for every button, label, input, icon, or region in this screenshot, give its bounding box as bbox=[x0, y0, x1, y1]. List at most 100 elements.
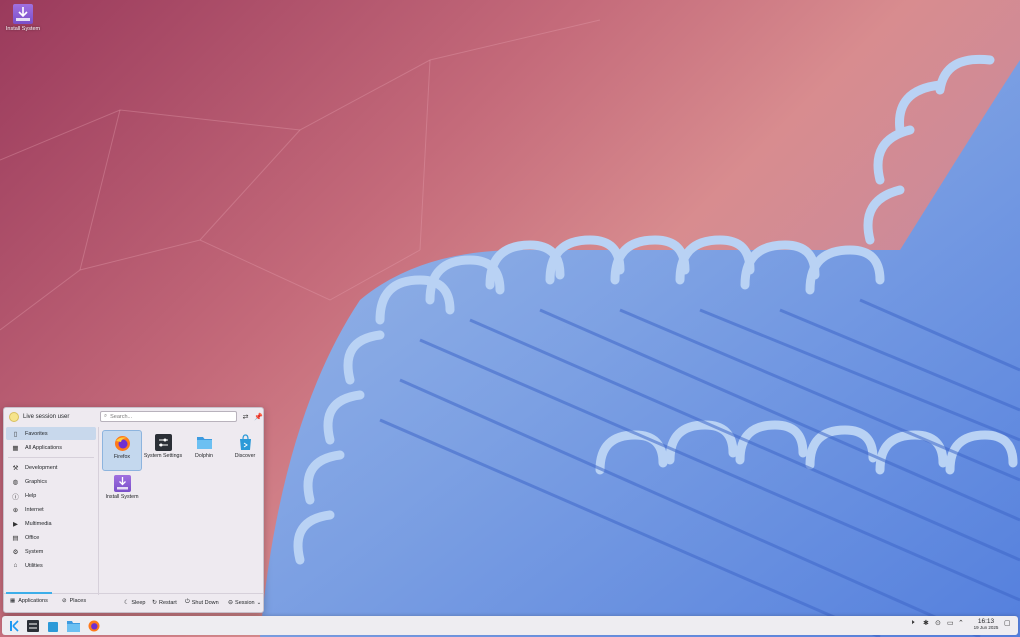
settings-icon bbox=[154, 434, 172, 451]
volume-icon[interactable]: 🕨 bbox=[910, 619, 914, 627]
app-firefox[interactable]: Firefox bbox=[102, 430, 142, 471]
sleep-button[interactable]: ☾ Sleep bbox=[124, 599, 145, 607]
bookmark-icon: ▯ bbox=[13, 430, 18, 438]
restart-label: Restart bbox=[159, 599, 177, 606]
restart-button[interactable]: ↻ Restart bbox=[152, 599, 177, 607]
notifications-icon[interactable]: ⊙ bbox=[935, 619, 941, 627]
tab-places[interactable]: ⊘ Places bbox=[62, 598, 86, 604]
category-office[interactable]: ▤ Office bbox=[6, 531, 96, 544]
category-internet[interactable]: ⊕ Internet bbox=[6, 503, 96, 516]
configure-button[interactable]: ⇄ bbox=[240, 411, 251, 422]
session-label: Session bbox=[235, 599, 255, 606]
category-label: System bbox=[25, 548, 44, 555]
app-dolphin[interactable]: Dolphin bbox=[184, 430, 224, 471]
network-icon[interactable]: ▭ bbox=[947, 619, 954, 627]
office-icon: ▤ bbox=[12, 534, 19, 542]
session-button[interactable]: ⊖ Session ⌄ bbox=[228, 599, 262, 607]
folder-icon bbox=[196, 434, 213, 451]
user-info[interactable]: Live session user bbox=[9, 412, 69, 422]
category-help[interactable]: ⓘ Help bbox=[6, 489, 96, 502]
category-label: Utilities bbox=[25, 562, 43, 569]
install-icon bbox=[13, 4, 33, 24]
taskbar-discover[interactable] bbox=[45, 618, 61, 633]
category-label: Help bbox=[25, 492, 37, 499]
show-desktop-icon[interactable]: ▢ bbox=[1004, 619, 1011, 627]
app-system-settings[interactable]: System Settings bbox=[143, 430, 183, 471]
palette-icon: ◍ bbox=[12, 478, 19, 486]
category-multimedia[interactable]: ▶ Multimedia bbox=[6, 517, 96, 530]
application-launcher: Live session user ⌕ Search... ⇄ 📌 ▯ Favo… bbox=[3, 407, 264, 613]
clock-time: 16:13 bbox=[977, 618, 995, 625]
shutdown-label: Shut Down bbox=[191, 599, 219, 606]
category-label: Office bbox=[25, 534, 40, 541]
toolbox-icon: ⌂ bbox=[13, 562, 18, 569]
grid-icon: ▦ bbox=[12, 444, 19, 452]
desktop-icon-label: Install System bbox=[5, 26, 41, 32]
app-label: System Settings bbox=[143, 453, 183, 459]
discover-icon bbox=[237, 434, 254, 451]
app-install-system[interactable]: Install System bbox=[102, 471, 142, 512]
compass-icon: ⊘ bbox=[62, 598, 67, 604]
firefox-icon bbox=[114, 435, 131, 452]
tab-applications[interactable]: ▦ Applications bbox=[6, 592, 52, 604]
media-icon: ▶ bbox=[13, 520, 18, 528]
taskbar: 🕨 ✱ ⊙ ▭ ⌃ 16:13 19 Jun 2025 ▢ bbox=[2, 616, 1018, 635]
app-label: Install System bbox=[105, 494, 139, 500]
user-name: Live session user bbox=[23, 414, 70, 420]
launcher-footer: ▦ Applications ⊘ Places ☾ Sleep ↻ Restar… bbox=[4, 592, 263, 612]
divider bbox=[8, 457, 94, 458]
category-label: Internet bbox=[25, 506, 44, 513]
install-icon bbox=[113, 475, 131, 492]
sliders-icon: ⇄ bbox=[242, 413, 249, 421]
category-favorites[interactable]: ▯ Favorites bbox=[6, 427, 96, 440]
app-label: Discover bbox=[234, 453, 256, 459]
taskbar-system-settings[interactable] bbox=[25, 618, 41, 633]
sleep-icon: ☾ bbox=[124, 600, 130, 606]
wrench-icon: ⚒ bbox=[12, 464, 19, 472]
chevron-down-icon: ⌄ bbox=[256, 599, 262, 606]
favorites-grid: Firefox System Settings Dolphin Discover… bbox=[99, 427, 263, 595]
search-input[interactable]: ⌕ Search... bbox=[100, 411, 237, 422]
clock[interactable]: 16:13 19 Jun 2025 bbox=[964, 618, 1008, 630]
category-label: Graphics bbox=[25, 478, 48, 485]
search-icon: ⌕ bbox=[104, 413, 108, 419]
bluetooth-icon[interactable]: ✱ bbox=[923, 619, 929, 627]
tab-label: Places bbox=[69, 598, 87, 604]
session-icon: ⊖ bbox=[228, 600, 234, 606]
launcher-button[interactable] bbox=[6, 618, 22, 633]
category-development[interactable]: ⚒ Development bbox=[6, 461, 96, 474]
app-label: Firefox bbox=[113, 454, 131, 460]
firefox-icon bbox=[88, 620, 100, 631]
clock-date: 19 Jun 2025 bbox=[973, 625, 999, 630]
restart-icon: ↻ bbox=[152, 600, 158, 606]
category-all-applications[interactable]: ▦ All Applications bbox=[6, 441, 96, 454]
avatar bbox=[9, 412, 19, 422]
desktop-icon-install-system[interactable]: Install System bbox=[4, 4, 42, 32]
shutdown-button[interactable]: ⏻ Shut Down bbox=[185, 599, 219, 606]
category-label: Multimedia bbox=[25, 520, 52, 527]
plasma-logo-icon bbox=[10, 619, 19, 632]
gear-icon: ⚙ bbox=[12, 548, 19, 556]
discover-icon bbox=[48, 621, 58, 632]
search-placeholder: Search... bbox=[110, 413, 133, 420]
power-icon: ⏻ bbox=[185, 599, 190, 605]
category-list: ▯ Favorites ▦ All Applications ⚒ Develop… bbox=[4, 427, 99, 595]
globe-icon: ⊕ bbox=[12, 506, 19, 514]
tray-expand-icon[interactable]: ⌃ bbox=[958, 619, 964, 627]
tab-label: Applications bbox=[18, 598, 48, 604]
help-icon: ⓘ bbox=[12, 493, 19, 501]
taskbar-dolphin[interactable] bbox=[65, 618, 81, 633]
category-system[interactable]: ⚙ System bbox=[6, 545, 96, 558]
grid-icon: ▦ bbox=[10, 598, 16, 604]
launcher-header: Live session user ⌕ Search... ⇄ 📌 bbox=[4, 408, 263, 426]
category-utilities[interactable]: ⌂ Utilities bbox=[6, 559, 96, 572]
app-label: Dolphin bbox=[195, 453, 213, 459]
taskbar-firefox[interactable] bbox=[86, 618, 102, 633]
pin-button[interactable]: 📌 bbox=[253, 411, 264, 422]
category-label: Development bbox=[25, 464, 58, 471]
folder-icon bbox=[66, 620, 80, 632]
category-graphics[interactable]: ◍ Graphics bbox=[6, 475, 96, 488]
app-discover[interactable]: Discover bbox=[225, 430, 265, 471]
category-label: All Applications bbox=[25, 444, 62, 451]
settings-icon bbox=[27, 619, 39, 632]
